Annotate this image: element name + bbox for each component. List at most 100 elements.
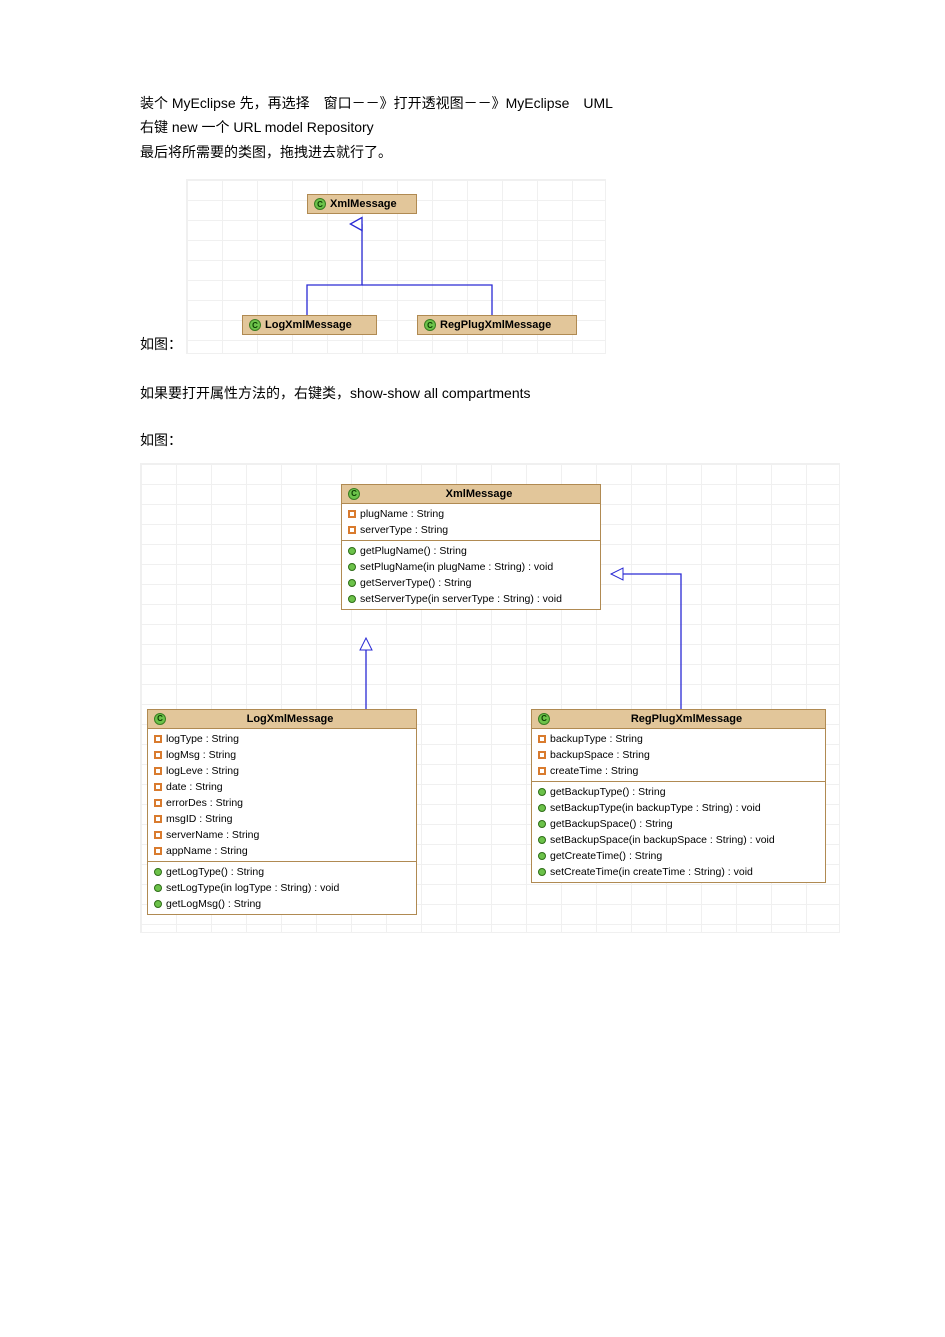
method-row: getBackupType() : String xyxy=(532,784,825,800)
method-icon xyxy=(538,788,546,796)
intro-line-2: 右键 new 一个 URL model Repository xyxy=(140,116,805,138)
method-text: getPlugName() : String xyxy=(360,545,467,557)
method-icon xyxy=(538,820,546,828)
attribute-text: createTime : String xyxy=(550,765,638,777)
method-icon xyxy=(348,547,356,555)
attribute-row: serverType : String xyxy=(342,522,600,538)
class-icon: C xyxy=(249,319,261,331)
attribute-text: logType : String xyxy=(166,733,239,745)
uml-diagram-detailed: C XmlMessage plugName : String serverType… xyxy=(140,463,840,933)
attribute-row: errorDes : String xyxy=(148,795,416,811)
figure-1-label: 如图： xyxy=(140,334,182,354)
method-text: setBackupSpace(in backupSpace : String) … xyxy=(550,834,775,846)
class-icon: C xyxy=(424,319,436,331)
method-text: getLogType() : String xyxy=(166,866,264,878)
class-name: XmlMessage xyxy=(364,488,594,500)
class-logxmlmessage[interactable]: C LogXmlMessage xyxy=(242,315,377,335)
method-icon xyxy=(538,868,546,876)
uml-diagram-simple: C XmlMessage C LogXmlMessage C RegPlugXm… xyxy=(186,179,606,354)
method-row: getLogType() : String xyxy=(148,864,416,880)
method-row: setBackupType(in backupType : String) : … xyxy=(532,800,825,816)
attribute-icon xyxy=(154,767,162,775)
attribute-text: logLeve : String xyxy=(166,765,239,777)
method-text: setServerType(in serverType : String) : … xyxy=(360,593,562,605)
attribute-icon xyxy=(154,847,162,855)
attribute-icon xyxy=(154,735,162,743)
attribute-row: backupType : String xyxy=(532,731,825,747)
method-text: setCreateTime(in createTime : String) : … xyxy=(550,866,753,878)
attribute-text: msgID : String xyxy=(166,813,233,825)
attribute-icon xyxy=(538,751,546,759)
attribute-row: appName : String xyxy=(148,843,416,859)
method-text: getBackupSpace() : String xyxy=(550,818,673,830)
class-xmlmessage[interactable]: C XmlMessage xyxy=(307,194,417,214)
attribute-text: backupType : String xyxy=(550,733,643,745)
methods-section: getBackupType() : String setBackupType(in… xyxy=(532,782,825,882)
class-icon: C xyxy=(538,713,550,725)
class-icon: C xyxy=(348,488,360,500)
class-logxmlmessage-detailed[interactable]: C LogXmlMessage logType : String logMsg :… xyxy=(147,709,417,915)
method-row: getBackupSpace() : String xyxy=(532,816,825,832)
attribute-icon xyxy=(348,526,356,534)
method-text: setBackupType(in backupType : String) : … xyxy=(550,802,761,814)
mid-text: 如果要打开属性方法的，右键类，show-show all compartment… xyxy=(140,382,805,404)
methods-section: getPlugName() : String setPlugName(in plu… xyxy=(342,541,600,609)
attribute-text: appName : String xyxy=(166,845,248,857)
attribute-row: logType : String xyxy=(148,731,416,747)
method-row: setBackupSpace(in backupSpace : String) … xyxy=(532,832,825,848)
method-row: setLogType(in logType : String) : void xyxy=(148,880,416,896)
method-text: getCreateTime() : String xyxy=(550,850,662,862)
attribute-icon xyxy=(348,510,356,518)
attribute-row: createTime : String xyxy=(532,763,825,779)
attribute-icon xyxy=(154,751,162,759)
method-text: getServerType() : String xyxy=(360,577,471,589)
method-icon xyxy=(538,836,546,844)
method-row: getCreateTime() : String xyxy=(532,848,825,864)
class-xmlmessage-detailed[interactable]: C XmlMessage plugName : String serverType… xyxy=(341,484,601,610)
class-name: RegPlugXmlMessage xyxy=(554,713,819,725)
class-name: LogXmlMessage xyxy=(265,319,370,331)
class-name: XmlMessage xyxy=(330,198,410,210)
method-icon xyxy=(154,884,162,892)
attribute-text: errorDes : String xyxy=(166,797,243,809)
attributes-section: logType : String logMsg : String logLeve :… xyxy=(148,729,416,862)
methods-section: getLogType() : String setLogType(in logTy… xyxy=(148,862,416,914)
intro-line-1: 装个 MyEclipse 先，再选择 窗口－－》打开透视图－－》MyEclips… xyxy=(140,92,805,114)
method-icon xyxy=(348,579,356,587)
method-text: setLogType(in logType : String) : void xyxy=(166,882,339,894)
attribute-row: date : String xyxy=(148,779,416,795)
attribute-text: serverType : String xyxy=(360,524,448,536)
class-regplugxmlmessage[interactable]: C RegPlugXmlMessage xyxy=(417,315,577,335)
attributes-section: plugName : String serverType : String xyxy=(342,504,600,541)
attribute-row: serverName : String xyxy=(148,827,416,843)
class-icon: C xyxy=(154,713,166,725)
attribute-row: logMsg : String xyxy=(148,747,416,763)
method-icon xyxy=(348,595,356,603)
attribute-text: logMsg : String xyxy=(166,749,236,761)
attribute-row: plugName : String xyxy=(342,506,600,522)
method-icon xyxy=(538,804,546,812)
method-text: getBackupType() : String xyxy=(550,786,666,798)
attributes-section: backupType : String backupSpace : String c… xyxy=(532,729,825,782)
method-row: getPlugName() : String xyxy=(342,543,600,559)
method-row: setCreateTime(in createTime : String) : … xyxy=(532,864,825,880)
class-regplugxmlmessage-detailed[interactable]: C RegPlugXmlMessage backupType : Stringb… xyxy=(531,709,826,883)
attribute-text: plugName : String xyxy=(360,508,444,520)
method-text: getLogMsg() : String xyxy=(166,898,261,910)
attribute-icon xyxy=(154,815,162,823)
method-row: getServerType() : String xyxy=(342,575,600,591)
attribute-icon xyxy=(154,799,162,807)
attribute-icon xyxy=(154,783,162,791)
class-icon: C xyxy=(314,198,326,210)
method-row: setServerType(in serverType : String) : … xyxy=(342,591,600,607)
figure-2-label: 如图： xyxy=(140,429,805,451)
attribute-icon xyxy=(154,831,162,839)
method-row: getLogMsg() : String xyxy=(148,896,416,912)
attribute-row: logLeve : String xyxy=(148,763,416,779)
attribute-row: msgID : String xyxy=(148,811,416,827)
method-icon xyxy=(154,868,162,876)
class-name: LogXmlMessage xyxy=(170,713,410,725)
method-row: setPlugName(in plugName : String) : void xyxy=(342,559,600,575)
attribute-text: backupSpace : String xyxy=(550,749,650,761)
method-icon xyxy=(538,852,546,860)
